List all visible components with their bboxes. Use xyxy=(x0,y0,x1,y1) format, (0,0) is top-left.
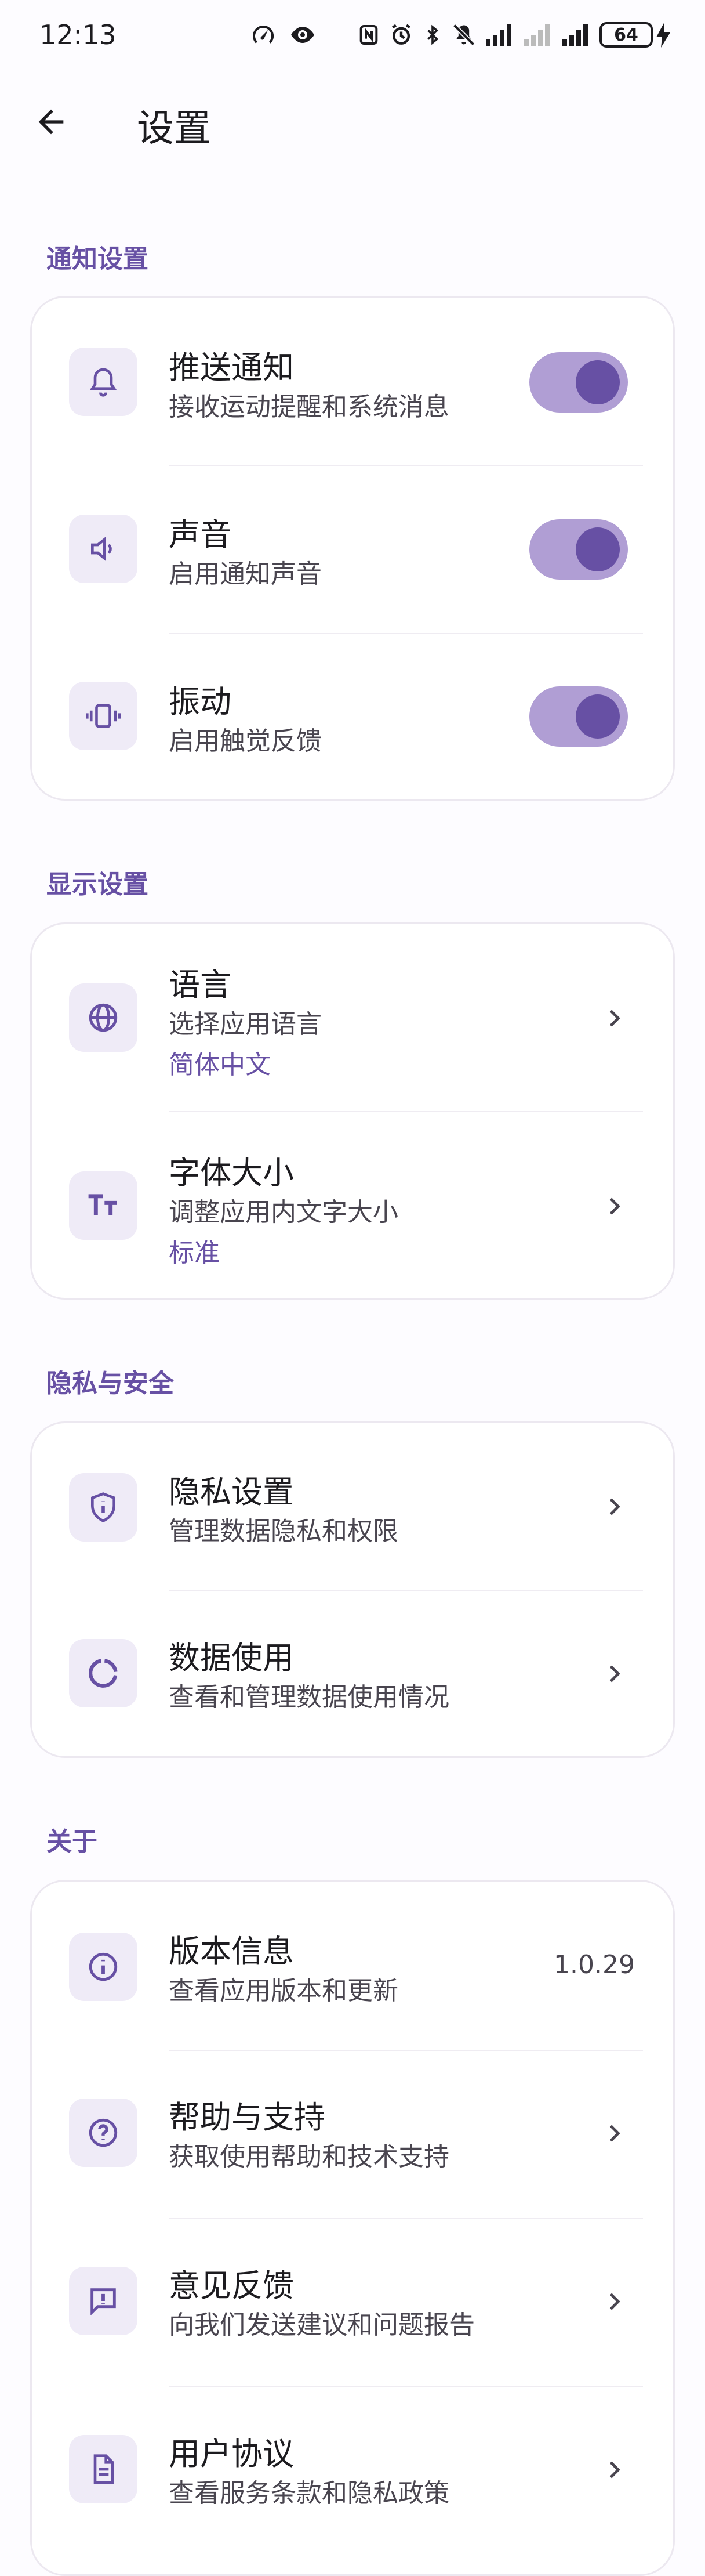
section-label-privacy: 隐私与安全 xyxy=(46,1369,174,1398)
setting-row-data-usage[interactable]: 数据使用 查看和管理数据使用情况 xyxy=(32,1591,673,1759)
setting-row-privacy[interactable]: 隐私设置 管理数据隐私和权限 xyxy=(32,1423,673,1590)
data-usage-icon xyxy=(88,1659,118,1688)
setting-subtitle: 查看服务条款和隐私政策 xyxy=(169,2479,449,2508)
section-label-notifications: 通知设置 xyxy=(46,244,148,274)
battery-indicator: 64 xyxy=(599,22,670,48)
setting-row-help[interactable]: 帮助与支持 获取使用帮助和技术支持 xyxy=(32,2051,673,2218)
setting-title: 推送通知 xyxy=(169,349,294,386)
version-number: 1.0.29 xyxy=(554,1950,635,1980)
chevron-right-icon xyxy=(609,2125,620,2142)
setting-title: 振动 xyxy=(169,683,231,720)
chevron-right-icon xyxy=(609,1498,620,1515)
speedometer-icon xyxy=(253,25,274,44)
bell-icon xyxy=(89,368,117,397)
chevron-right-icon xyxy=(609,2293,620,2310)
chevron-right-icon xyxy=(609,2461,620,2479)
icon-container xyxy=(69,1171,137,1240)
setting-title: 帮助与支持 xyxy=(169,2099,325,2136)
setting-subtitle: 获取使用帮助和技术支持 xyxy=(169,2142,449,2172)
setting-row-sound[interactable]: 声音 启用通知声音 xyxy=(32,466,673,633)
setting-title: 意见反馈 xyxy=(169,2267,294,2304)
setting-title: 声音 xyxy=(169,516,231,553)
speaker-icon xyxy=(91,536,112,562)
info-icon xyxy=(89,1952,118,1981)
setting-subtitle: 启用通知声音 xyxy=(169,559,322,589)
setting-title: 字体大小 xyxy=(169,1155,294,1191)
setting-subtitle: 选择应用语言 xyxy=(169,1010,322,1039)
status-bar: 12:13 64 xyxy=(0,0,705,70)
setting-title: 语言 xyxy=(169,967,231,1003)
setting-row-push-notification[interactable]: 推送通知 接收运动提醒和系统消息 xyxy=(32,298,673,465)
section-label-about: 关于 xyxy=(46,1827,97,1857)
alarm-icon xyxy=(392,24,410,45)
setting-row-language[interactable]: 语言 选择应用语言 简体中文 xyxy=(32,924,673,1111)
icon-container xyxy=(69,348,137,416)
push-notification-toggle[interactable] xyxy=(529,352,628,413)
icon-container xyxy=(69,983,137,1052)
status-indicators xyxy=(249,21,318,49)
icon-container xyxy=(69,515,137,583)
icon-container xyxy=(69,682,137,750)
shield-icon xyxy=(91,1492,115,1522)
mute-icon xyxy=(452,23,475,46)
status-system-icons: 64 xyxy=(357,22,670,48)
setting-row-version[interactable]: 版本信息 查看应用版本和更新 1.0.29 xyxy=(32,1882,673,2050)
setting-subtitle: 接收运动提醒和系统消息 xyxy=(169,392,449,422)
chevron-right-icon xyxy=(609,1665,620,1683)
eye-icon xyxy=(291,27,314,43)
globe-icon xyxy=(89,1003,118,1032)
setting-row-vibration[interactable]: 振动 启用触觉反馈 xyxy=(32,634,673,801)
chevron-right-icon xyxy=(609,1010,620,1027)
icon-container xyxy=(69,1473,137,1542)
setting-subtitle: 查看和管理数据使用情况 xyxy=(169,1683,449,1712)
vibration-toggle[interactable] xyxy=(529,686,628,747)
about-card: 版本信息 查看应用版本和更新 1.0.29 帮助与支持 获取使用帮助和技术支持 … xyxy=(30,1880,675,2576)
page-title: 设置 xyxy=(137,107,211,150)
signal-weak-icon xyxy=(524,24,550,46)
setting-row-feedback[interactable]: 意见反馈 向我们发送建议和问题报告 xyxy=(32,2219,673,2386)
charging-icon xyxy=(656,22,670,48)
bluetooth-icon xyxy=(427,24,439,45)
chevron-right-icon xyxy=(609,1197,620,1215)
setting-title: 用户协议 xyxy=(169,2436,294,2472)
toggle-knob xyxy=(576,527,620,571)
status-time: 12:13 xyxy=(39,19,117,50)
setting-row-user-agreement[interactable]: 用户协议 查看服务条款和隐私政策 xyxy=(32,2387,673,2555)
setting-subtitle: 向我们发送建议和问题报告 xyxy=(169,2310,475,2340)
setting-subtitle: 调整应用内文字大小 xyxy=(169,1197,398,1227)
icon-container xyxy=(69,2435,137,2503)
setting-row-font-size[interactable]: 字体大小 调整应用内文字大小 标准 xyxy=(32,1112,673,1299)
icon-container xyxy=(69,2099,137,2167)
icon-container xyxy=(69,1933,137,2001)
setting-title: 版本信息 xyxy=(169,1933,294,1970)
signal-icon xyxy=(562,24,588,46)
toggle-knob xyxy=(576,694,620,739)
privacy-settings-card: 隐私设置 管理数据隐私和权限 数据使用 查看和管理数据使用情况 xyxy=(30,1421,675,1758)
setting-title: 隐私设置 xyxy=(169,1474,294,1510)
display-settings-card: 语言 选择应用语言 简体中文 字体大小 调整应用内文字大小 标准 xyxy=(30,922,675,1300)
back-arrow-icon[interactable] xyxy=(32,103,70,140)
feedback-icon xyxy=(90,2288,116,2316)
section-label-display: 显示设置 xyxy=(46,870,148,899)
setting-subtitle: 查看应用版本和更新 xyxy=(169,1976,398,2006)
notification-settings-card: 推送通知 接收运动提醒和系统消息 声音 启用通知声音 振动 启用触觉反馈 xyxy=(30,296,675,801)
language-value: 简体中文 xyxy=(169,1050,271,1080)
document-icon xyxy=(93,2454,114,2484)
text-size-icon xyxy=(88,1194,117,1215)
app-bar: 设置 xyxy=(0,81,705,162)
signal-icon xyxy=(486,24,511,46)
setting-subtitle: 管理数据隐私和权限 xyxy=(169,1517,398,1546)
toggle-knob xyxy=(576,360,620,404)
setting-title: 数据使用 xyxy=(169,1640,294,1676)
icon-container xyxy=(69,2267,137,2335)
battery-level: 64 xyxy=(599,22,653,48)
icon-container xyxy=(69,1639,137,1707)
vibrate-icon xyxy=(86,704,121,728)
sound-toggle[interactable] xyxy=(529,519,628,580)
nfc-icon xyxy=(359,25,378,45)
help-icon xyxy=(89,2118,118,2147)
setting-subtitle: 启用触觉反馈 xyxy=(169,726,322,756)
font-size-value: 标准 xyxy=(169,1238,220,1268)
